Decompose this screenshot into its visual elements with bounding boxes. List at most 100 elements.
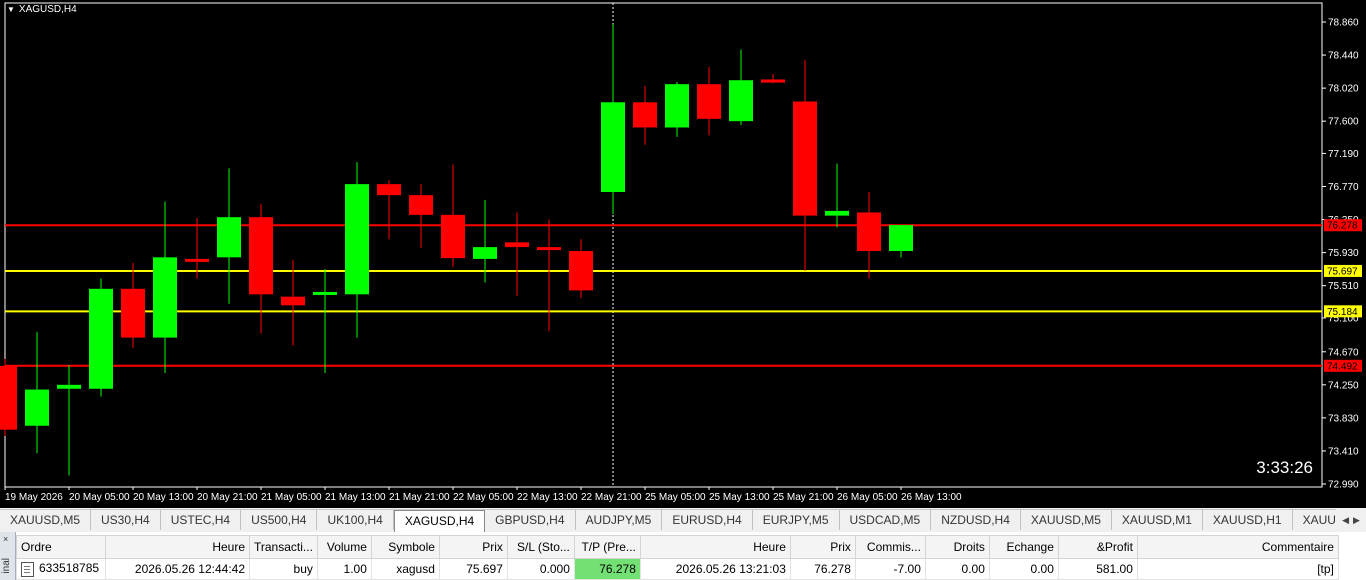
symbol-tab[interactable]: XAGUSD,H4	[393, 510, 486, 532]
time-tick-label: 21 May 13:00	[325, 492, 386, 503]
col-header-close-time[interactable]: Heure	[639, 535, 791, 559]
commission-cell: -7.00	[854, 558, 926, 580]
time-tick-label: 22 May 21:00	[581, 492, 642, 503]
price-tick-label: 77.600	[1328, 117, 1359, 128]
candle-body	[57, 384, 81, 389]
col-header-sl[interactable]: S/L (Sto...	[506, 535, 575, 559]
time-tick-label: 20 May 13:00	[133, 492, 194, 503]
candle-body	[153, 257, 177, 338]
candle-body	[729, 80, 753, 122]
col-header-commission[interactable]: Commis...	[854, 535, 926, 559]
time-tick-label: 26 May 13:00	[901, 492, 962, 503]
symbol-tab[interactable]: US500,H4	[241, 510, 318, 530]
symbol-tab[interactable]: XAUUSD,H1	[1203, 510, 1293, 530]
sl-cell: 0.000	[506, 558, 575, 580]
col-header-fees[interactable]: Droits	[924, 535, 990, 559]
price-tick-label: 78.020	[1328, 84, 1359, 95]
symbol-tab[interactable]: NZDUSD,H4	[931, 510, 1021, 530]
profit-cell: 581.00	[1057, 558, 1138, 580]
col-header-comment[interactable]: Commentaire	[1136, 535, 1339, 559]
volume-cell: 1.00	[316, 558, 372, 580]
symbol-cell: xagusd	[370, 558, 440, 580]
price-chart[interactable]: 78.86078.44078.02077.60077.19076.77076.3…	[0, 0, 1366, 508]
candle-body	[889, 225, 913, 252]
chart-menu-icon[interactable]: ▼	[7, 5, 15, 14]
candle-body	[249, 217, 273, 295]
col-header-volume[interactable]: Volume	[316, 535, 372, 559]
scroll-right-icon[interactable]: ▶	[1353, 515, 1360, 526]
price-tick-label: 74.250	[1328, 380, 1359, 391]
tp-cell: 76.278	[573, 558, 641, 580]
col-header-close-price[interactable]: Prix	[789, 535, 856, 559]
candle-body	[761, 79, 785, 83]
symbol-tab[interactable]: USDCAD,M5	[840, 510, 932, 530]
time-tick-label: 22 May 05:00	[453, 492, 514, 503]
type-cell: buy	[249, 558, 318, 580]
symbol-tab[interactable]: XAUUSD,M1	[1112, 510, 1203, 530]
price-tick-label: 74.670	[1328, 347, 1359, 358]
fees-cell: 0.00	[924, 558, 990, 580]
price-tick-label: 75.930	[1328, 248, 1359, 259]
chart-title-label: XAGUSD,H4	[18, 4, 77, 15]
symbol-tab[interactable]: US30,H4	[91, 510, 161, 530]
order-cell: 633518785	[16, 558, 106, 580]
symbol-tab[interactable]: AUDJPY,M5	[576, 510, 663, 530]
col-header-order[interactable]: Ordre	[16, 535, 106, 559]
tab-scroll-buttons: ◀ ▶	[1336, 509, 1366, 531]
candle-body	[121, 288, 145, 338]
history-table: Ordre Heure Transacti... Volume Symbole …	[16, 535, 1339, 580]
candle-body	[345, 184, 369, 295]
candle-body	[505, 242, 529, 248]
symbol-tab[interactable]: EURJPY,M5	[753, 510, 840, 530]
time-tick-label: 26 May 05:00	[837, 492, 898, 503]
col-header-open-time[interactable]: Heure	[105, 535, 250, 559]
candle-body	[409, 195, 433, 215]
time-tick-label: 20 May 21:00	[197, 492, 258, 503]
chart-title[interactable]: ▼ XAGUSD,H4	[7, 4, 77, 15]
close-icon[interactable]: ×	[3, 534, 8, 544]
candle-body	[377, 184, 401, 196]
candle-body	[697, 84, 721, 119]
symbol-tab[interactable]: XAUUSD,M5	[1021, 510, 1112, 530]
order-id: 633518785	[39, 561, 100, 576]
open-time-cell: 2026.05.26 12:44:42	[105, 558, 250, 580]
col-header-profit[interactable]: &Profit	[1057, 535, 1138, 559]
candle-body	[185, 258, 209, 262]
bar-countdown-timer: 3:33:26	[1256, 458, 1313, 477]
price-level-tag-label: 74.492	[1327, 361, 1358, 372]
close-price-cell: 76.278	[789, 558, 856, 580]
order-document-icon	[21, 561, 34, 577]
col-header-tp[interactable]: T/P (Pre...	[573, 535, 641, 559]
scroll-left-icon[interactable]: ◀	[1342, 515, 1349, 526]
table-row[interactable]: 633518785 2026.05.26 12:44:42 buy 1.00 x…	[16, 558, 1339, 580]
col-header-type[interactable]: Transacti...	[249, 535, 318, 559]
swap-cell: 0.00	[988, 558, 1059, 580]
chart-window[interactable]: 78.86078.44078.02077.60077.19076.77076.3…	[0, 0, 1366, 508]
col-header-symbol[interactable]: Symbole	[370, 535, 440, 559]
symbol-tab[interactable]: XAUUSD,M5	[0, 510, 92, 530]
time-tick-label: 21 May 05:00	[261, 492, 322, 503]
time-tick-label: 25 May 05:00	[645, 492, 706, 503]
time-tick-label: 21 May 21:00	[389, 492, 450, 503]
terminal-panel: × inal Ordre Heure Transacti... Volume S…	[0, 532, 1366, 580]
close-time-cell: 2026.05.26 13:21:03	[639, 558, 791, 580]
symbol-tab[interactable]: GBPUSD,H4	[485, 510, 576, 530]
time-tick-label: 20 May 05:00	[69, 492, 130, 503]
time-tick-label: 25 May 21:00	[773, 492, 834, 503]
symbol-tab[interactable]: UK100,H4	[317, 510, 394, 530]
price-level-tag-label: 76.278	[1327, 221, 1358, 232]
plot-frame	[4, 2, 1323, 488]
candle-body	[793, 101, 817, 216]
col-header-price[interactable]: Prix	[438, 535, 508, 559]
candle-body	[825, 210, 849, 216]
symbol-tab[interactable]: EURUSD,H4	[662, 510, 753, 530]
candle-body	[569, 251, 593, 291]
col-header-swap[interactable]: Echange	[988, 535, 1059, 559]
candle-body	[441, 214, 465, 259]
price-tick-label: 76.770	[1328, 182, 1359, 193]
candle-body	[281, 296, 305, 306]
candle-body	[601, 102, 625, 193]
symbol-tab[interactable]: USTEC,H4	[161, 510, 242, 530]
candle-body	[665, 84, 689, 128]
candle-body	[857, 212, 881, 252]
